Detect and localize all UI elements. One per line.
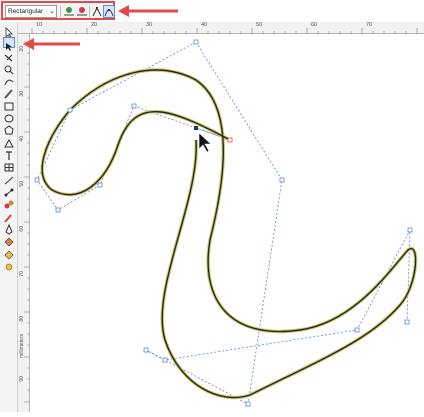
smooth-node-icon bbox=[104, 9, 114, 17]
curve-path bbox=[40, 68, 418, 400]
interactive-blend-tool[interactable] bbox=[3, 197, 15, 209]
ruler-ticks bbox=[31, 28, 418, 34]
smooth-node-button[interactable] bbox=[103, 5, 115, 18]
blend-icon bbox=[4, 200, 14, 209]
vertical-ruler[interactable]: 20 30 40 50 60 70 80 millimeters 90 bbox=[18, 34, 30, 412]
polygon-icon bbox=[4, 125, 14, 135]
selected-node bbox=[194, 126, 198, 130]
cusp-node-button[interactable] bbox=[91, 5, 103, 18]
pick-tool[interactable] bbox=[3, 25, 15, 39]
cursor-icon bbox=[198, 132, 212, 153]
fill-tool[interactable] bbox=[3, 234, 15, 247]
outline-tool[interactable] bbox=[3, 222, 15, 235]
text-tool[interactable] bbox=[3, 148, 15, 160]
control-handles bbox=[36, 41, 411, 405]
brush-icon bbox=[4, 89, 13, 99]
delete-node-icon bbox=[77, 7, 87, 16]
freehand-tool[interactable] bbox=[3, 74, 15, 86]
delete-node-button[interactable] bbox=[76, 5, 88, 18]
drawing-canvas[interactable] bbox=[31, 35, 424, 412]
ellipse-tool[interactable] bbox=[3, 111, 15, 123]
zoom-tool[interactable] bbox=[3, 62, 15, 75]
property-bar: Rectangular ⌄ bbox=[0, 0, 424, 22]
add-node-icon bbox=[64, 7, 74, 16]
polygon-tool[interactable] bbox=[3, 123, 15, 135]
toolbar-divider bbox=[60, 6, 61, 17]
artistic-media-tool[interactable] bbox=[3, 86, 15, 99]
smart-fill-tool[interactable] bbox=[3, 259, 15, 271]
node-property-group: Rectangular ⌄ bbox=[1, 1, 115, 20]
crop-tool[interactable] bbox=[3, 50, 15, 62]
basic-shapes-tool[interactable] bbox=[3, 136, 15, 148]
rectangle-tool[interactable] bbox=[3, 99, 15, 111]
selection-mode-dropdown[interactable]: Rectangular ⌄ bbox=[5, 5, 57, 18]
connector-tool[interactable] bbox=[3, 185, 15, 197]
canvas-drawing bbox=[34, 39, 418, 407]
chevron-down-icon[interactable]: ⌄ bbox=[49, 6, 55, 17]
dimension-tool[interactable] bbox=[3, 173, 15, 185]
table-icon bbox=[4, 163, 14, 172]
smart-fill-icon bbox=[5, 263, 13, 271]
selection-mode-value: Rectangular bbox=[8, 8, 44, 15]
ruler-ticks bbox=[24, 41, 30, 403]
toolbox bbox=[0, 22, 18, 412]
add-node-button[interactable] bbox=[63, 5, 75, 18]
control-point bbox=[227, 137, 233, 143]
eyedropper-tool[interactable] bbox=[3, 210, 15, 223]
horizontal-ruler[interactable]: 10 20 30 40 50 60 70 bbox=[18, 22, 424, 34]
annotation-arrow-icon bbox=[118, 5, 178, 17]
interactive-fill-tool[interactable] bbox=[3, 247, 15, 260]
paint-bucket-icon bbox=[4, 237, 14, 247]
shape-tool[interactable] bbox=[3, 37, 15, 51]
toolbar-divider bbox=[89, 6, 90, 17]
cusp-node-icon bbox=[92, 6, 102, 17]
table-tool[interactable] bbox=[3, 160, 15, 172]
